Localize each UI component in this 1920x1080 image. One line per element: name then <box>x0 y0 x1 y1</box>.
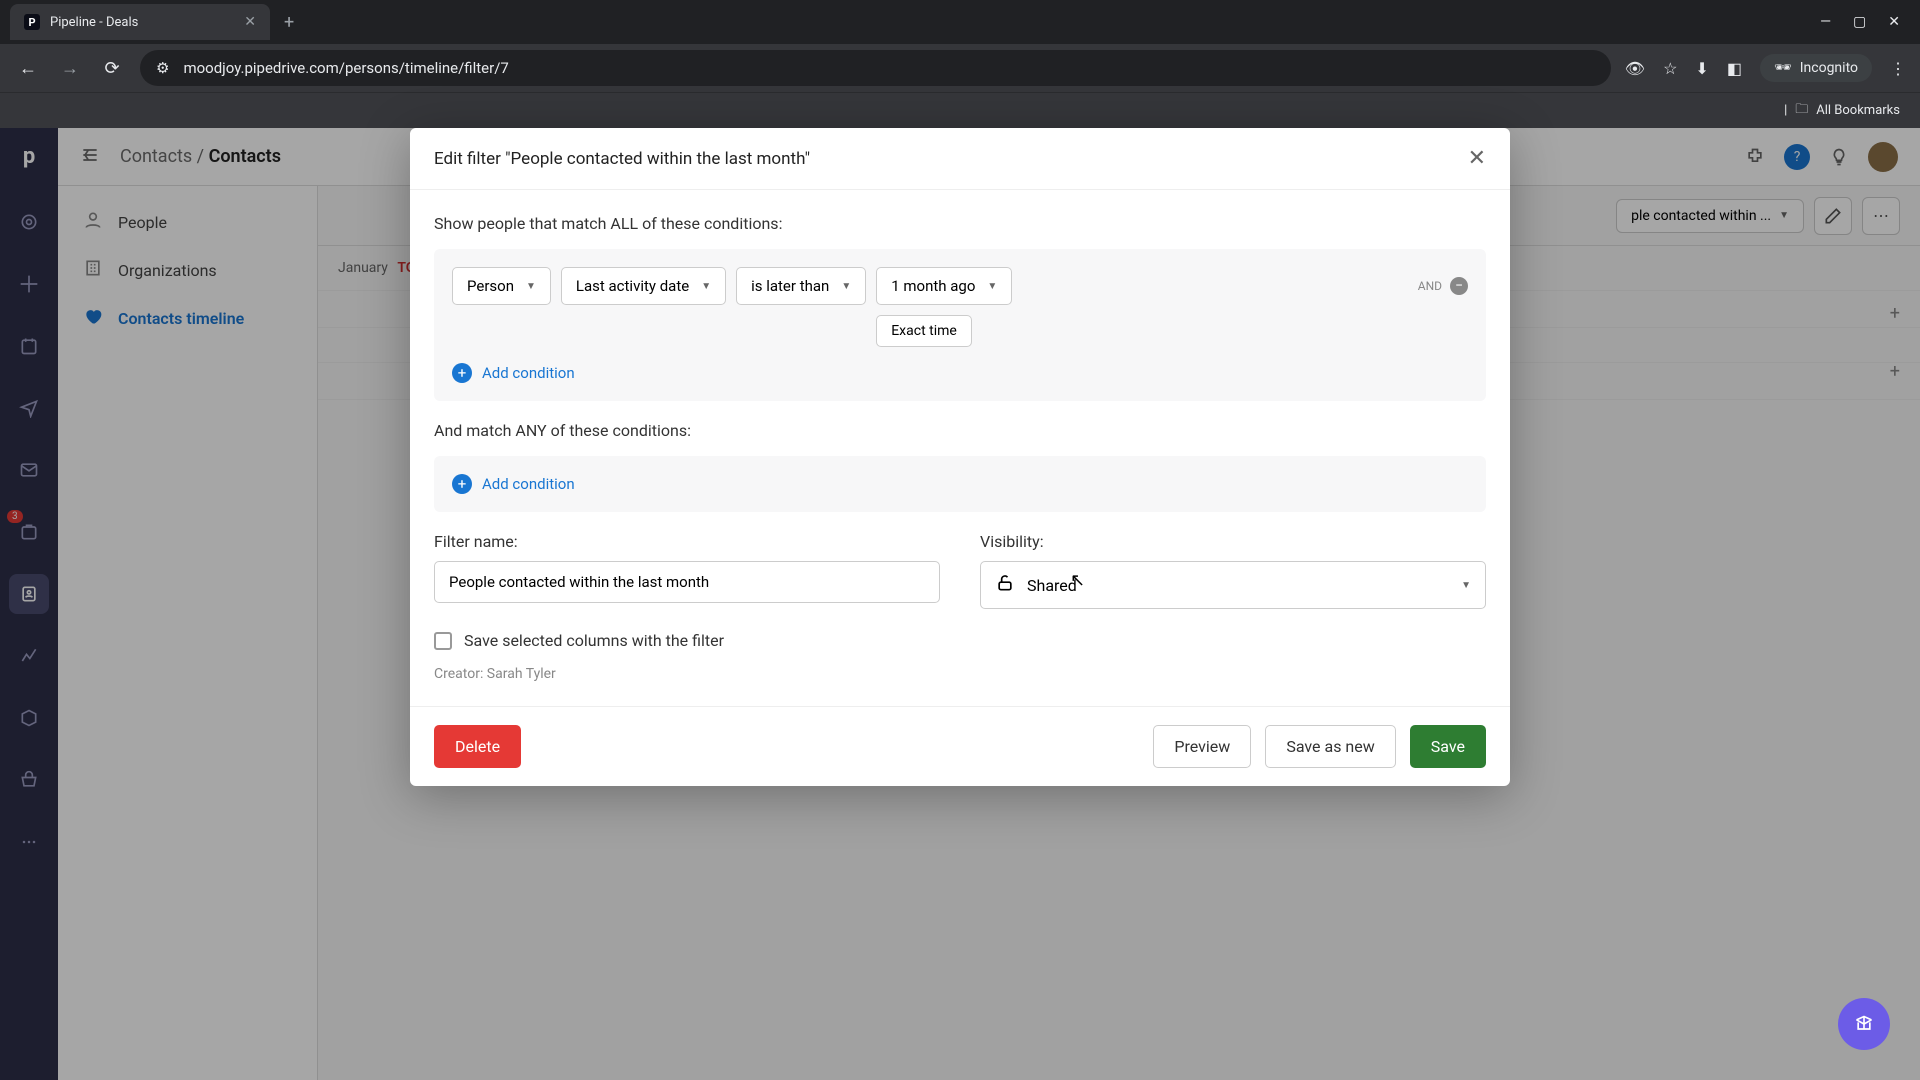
any-conditions-label: And match ANY of these conditions: <box>434 421 1486 440</box>
folder-icon: 🗀 <box>1795 100 1808 122</box>
visibility-label: Visibility: <box>980 532 1486 551</box>
browser-menu-icon[interactable]: ⋮ <box>1890 59 1906 78</box>
modal-title: Edit filter "People contacted within the… <box>434 149 810 169</box>
checkbox-icon <box>434 632 452 650</box>
bookmarks-bar: | 🗀 All Bookmarks <box>0 92 1920 128</box>
preview-button[interactable]: Preview <box>1153 725 1251 768</box>
value-dropdown[interactable]: 1 month ago▼ <box>876 267 1012 305</box>
close-icon[interactable]: ✕ <box>1468 146 1486 171</box>
add-condition-button[interactable]: + Add condition <box>452 363 1468 383</box>
chevron-down-icon: ▼ <box>526 281 536 292</box>
new-tab-button[interactable]: + <box>284 12 294 33</box>
url-text: moodjoy.pipedrive.com/persons/timeline/f… <box>183 59 508 77</box>
filter-name-label: Filter name: <box>434 532 940 551</box>
save-button[interactable]: Save <box>1410 725 1486 768</box>
close-tab-icon[interactable]: ✕ <box>244 14 256 30</box>
help-fab[interactable] <box>1838 998 1890 1050</box>
incognito-icon: 🕶 <box>1774 60 1792 76</box>
delete-button[interactable]: Delete <box>434 725 521 768</box>
save-columns-checkbox[interactable]: Save selected columns with the filter <box>434 631 1486 650</box>
window-controls: — ▢ ✕ <box>1820 14 1920 30</box>
filter-name-input[interactable] <box>434 561 940 603</box>
tab-title: Pipeline - Deals <box>50 15 234 30</box>
and-operator-tag: AND − <box>1418 277 1468 295</box>
chevron-down-icon: ▼ <box>987 281 997 292</box>
address-bar: ← → ⟳ ⚙ moodjoy.pipedrive.com/persons/ti… <box>0 44 1920 92</box>
bookmark-star-icon[interactable]: ☆ <box>1663 59 1677 78</box>
edit-filter-modal: Edit filter "People contacted within the… <box>410 128 1510 786</box>
exact-time-button[interactable]: Exact time <box>876 315 972 347</box>
separator: | <box>1784 103 1787 118</box>
remove-condition-icon[interactable]: − <box>1450 277 1468 295</box>
eye-off-icon[interactable]: 👁 <box>1625 59 1645 78</box>
forward-icon[interactable]: → <box>56 58 84 79</box>
site-settings-icon[interactable]: ⚙ <box>156 59 169 77</box>
plus-circle-icon: + <box>452 363 472 383</box>
browser-tab[interactable]: P Pipeline - Deals ✕ <box>10 4 270 40</box>
minimize-icon[interactable]: — <box>1820 14 1831 30</box>
browser-tab-strip: P Pipeline - Deals ✕ + — ▢ ✕ <box>0 0 1920 44</box>
unlock-icon <box>995 573 1015 597</box>
chevron-down-icon: ▼ <box>841 281 851 292</box>
entity-dropdown[interactable]: Person▼ <box>452 267 551 305</box>
reload-icon[interactable]: ⟳ <box>98 58 126 79</box>
operator-dropdown[interactable]: is later than▼ <box>736 267 866 305</box>
tab-favicon: P <box>24 14 40 30</box>
downloads-icon[interactable]: ⬇ <box>1695 59 1708 78</box>
chevron-down-icon: ▼ <box>1461 580 1471 591</box>
add-condition-button[interactable]: + Add condition <box>452 474 1468 494</box>
creator-label: Creator: Sarah Tyler <box>434 666 1486 682</box>
mouse-cursor: ↖ <box>1070 570 1085 591</box>
all-bookmarks-button[interactable]: All Bookmarks <box>1816 103 1900 118</box>
condition-row: Person▼ Last activity date▼ is later tha… <box>452 267 1468 347</box>
any-conditions-group: + Add condition <box>434 456 1486 512</box>
sidepanel-icon[interactable]: ◧ <box>1727 59 1742 78</box>
url-input[interactable]: ⚙ moodjoy.pipedrive.com/persons/timeline… <box>140 50 1611 86</box>
save-as-new-button[interactable]: Save as new <box>1265 725 1395 768</box>
back-icon[interactable]: ← <box>14 58 42 79</box>
all-conditions-group: Person▼ Last activity date▼ is later tha… <box>434 249 1486 401</box>
close-window-icon[interactable]: ✕ <box>1888 14 1900 30</box>
all-conditions-label: Show people that match ALL of these cond… <box>434 214 1486 233</box>
plus-circle-icon: + <box>452 474 472 494</box>
maximize-icon[interactable]: ▢ <box>1853 14 1866 30</box>
incognito-badge[interactable]: 🕶 Incognito <box>1760 54 1872 82</box>
visibility-dropdown[interactable]: Shared ▼ <box>980 561 1486 609</box>
field-dropdown[interactable]: Last activity date▼ <box>561 267 726 305</box>
chevron-down-icon: ▼ <box>701 281 711 292</box>
